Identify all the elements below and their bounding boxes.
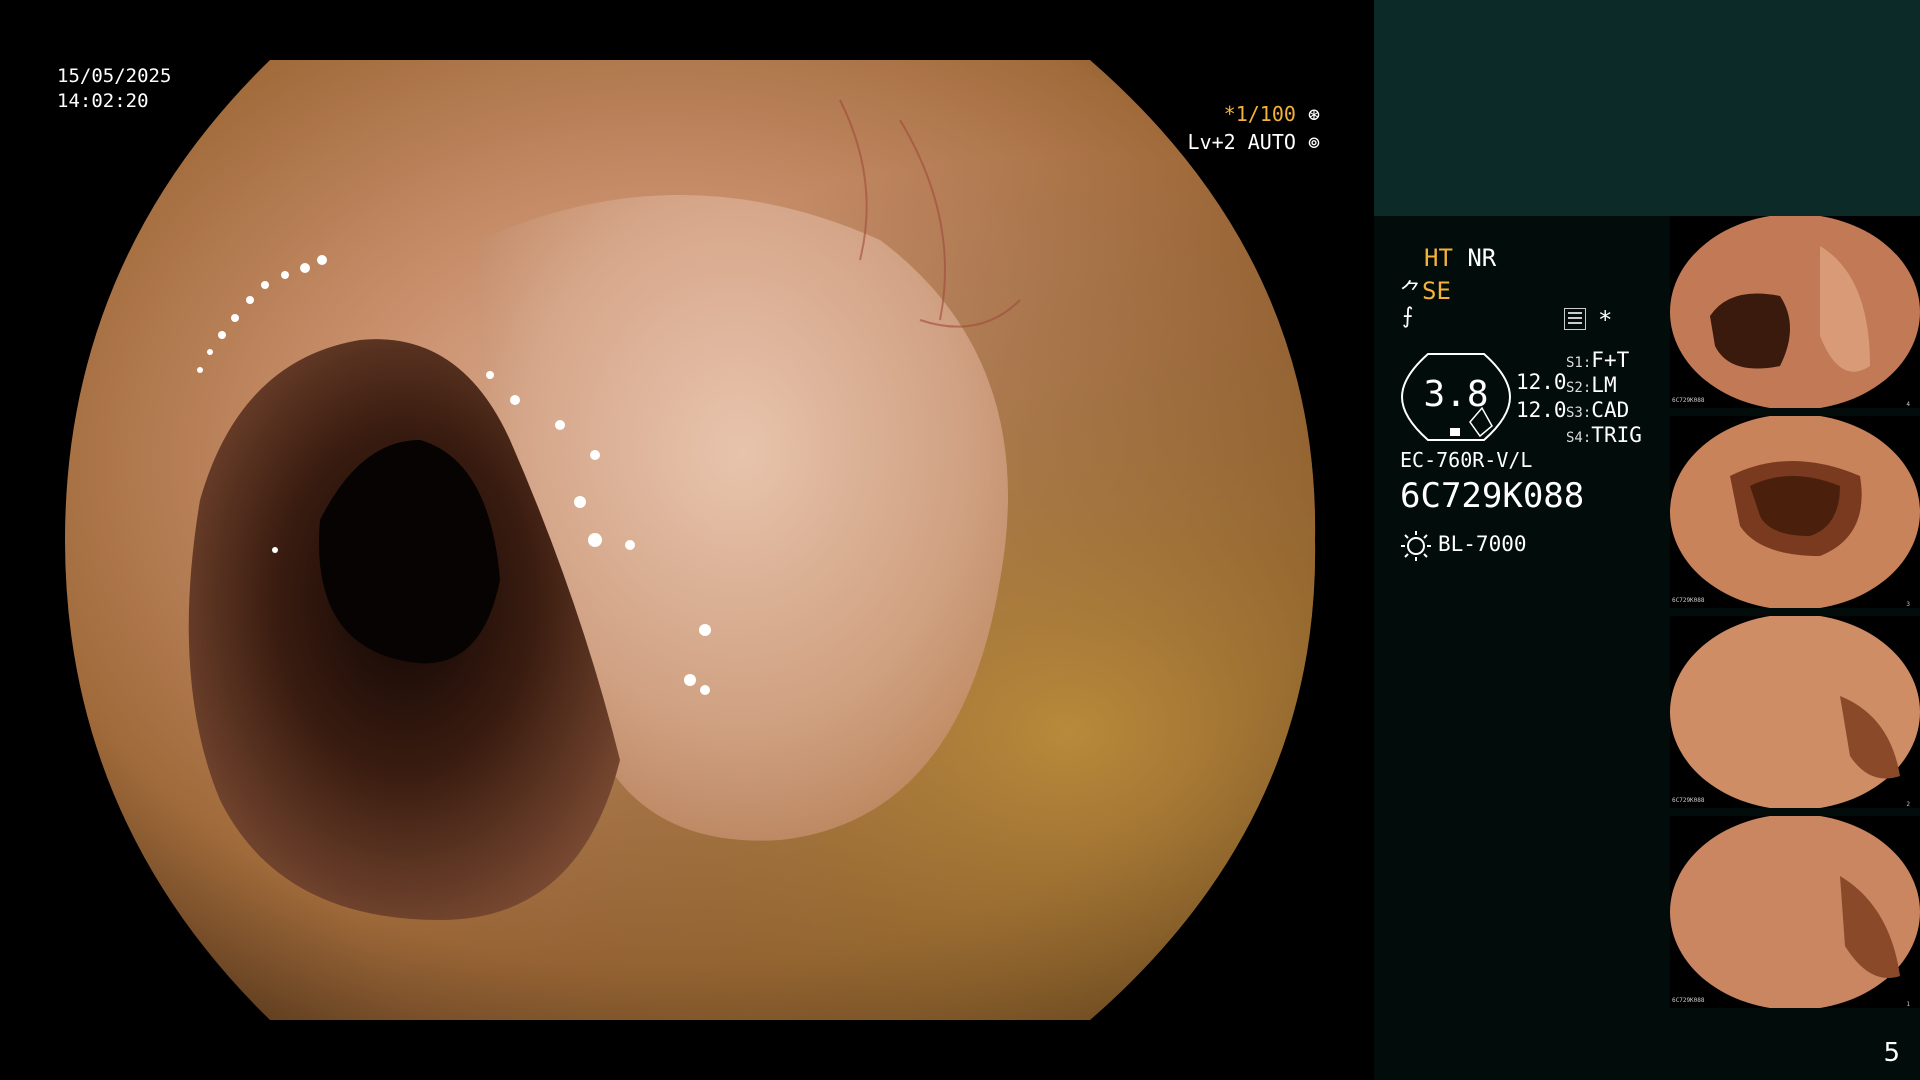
value-1: 12.0 xyxy=(1516,370,1567,394)
light-source-icon xyxy=(1401,531,1431,561)
thumb-serial: 6C729K088 xyxy=(1672,997,1705,1004)
scope-model: EC-760R-V/L xyxy=(1400,448,1533,472)
switch-3: S3:CAD xyxy=(1566,398,1630,422)
thumbnail-1[interactable]: 6C729K088 1 xyxy=(1670,816,1920,1008)
scope-serial: 6C729K088 xyxy=(1400,476,1585,516)
nr-text: NR xyxy=(1467,244,1497,272)
se-label: ⺈SE xyxy=(1400,274,1451,306)
light-source-label: BL-7000 xyxy=(1438,532,1527,556)
thumbnail-3[interactable]: 6C729K088 3 xyxy=(1670,416,1920,608)
shutter-speed: *1/100 xyxy=(1223,102,1296,126)
time-text: 14:02:20 xyxy=(57,90,149,112)
thumb-number: 2 xyxy=(1906,801,1910,808)
structure-enhance-icon: ⺈ xyxy=(1400,280,1423,305)
star-marker: * xyxy=(1598,306,1613,334)
iris-icon: ⊚ xyxy=(1295,130,1320,154)
shutter-icon: ⊛ xyxy=(1295,102,1320,126)
endoscope-view xyxy=(65,60,1316,1020)
thumb-number: 1 xyxy=(1906,1001,1910,1008)
menu-list-icon xyxy=(1564,308,1586,330)
thumb-number: 3 xyxy=(1906,601,1910,608)
ht-nr-label: HT NR xyxy=(1424,244,1496,272)
se-text: SE xyxy=(1422,277,1451,305)
datetime-display: 15/05/2025 14:02:20 xyxy=(57,64,171,114)
switch-4: S4:TRIG xyxy=(1566,423,1642,447)
value-2: 12.0 xyxy=(1516,398,1567,422)
thumb-serial: 6C729K088 xyxy=(1672,597,1705,604)
switch-2: S2:LM xyxy=(1566,373,1617,397)
page-number: 5 xyxy=(1883,1038,1900,1068)
top-band xyxy=(1374,0,1920,216)
gauge-value: 3.8 xyxy=(1423,374,1489,415)
level-text: Lv+2 AUTO xyxy=(1187,130,1296,154)
thumb-serial: 6C729K088 xyxy=(1672,397,1705,404)
switch-1: S1:F+T xyxy=(1566,348,1630,372)
thumb-serial: 6C729K088 xyxy=(1672,797,1705,804)
thumb-number: 4 xyxy=(1906,401,1910,408)
thumbnail-4[interactable]: 6C729K088 4 xyxy=(1670,216,1920,408)
shutter-info: *1/100 ⊛ Lv+2 AUTO ⊚ xyxy=(1188,100,1320,156)
color-mode-icon: ⨍ xyxy=(1402,304,1414,329)
date-text: 15/05/2025 xyxy=(57,65,172,87)
ht-text: HT xyxy=(1424,244,1453,272)
thumbnail-2[interactable]: 6C729K088 2 xyxy=(1670,616,1920,808)
